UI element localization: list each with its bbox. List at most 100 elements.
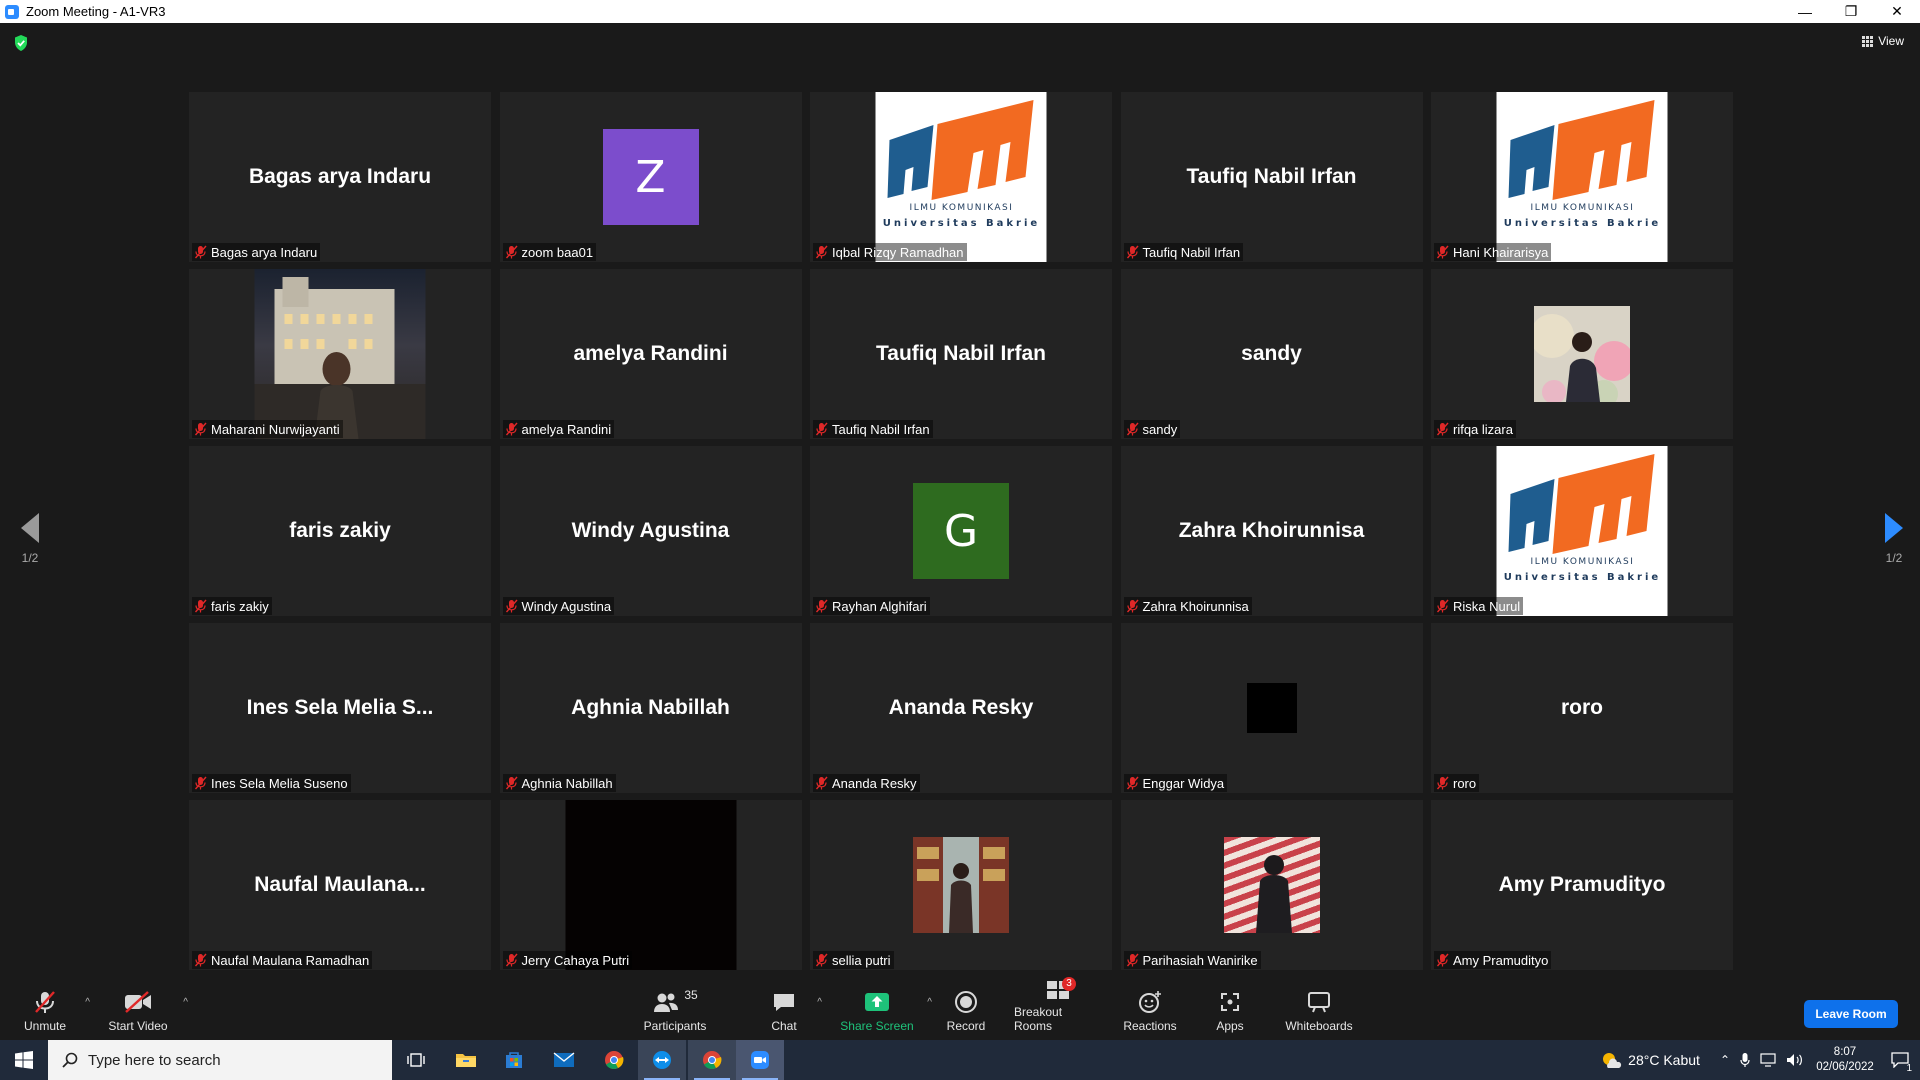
participant-tile[interactable]: Amy Pramudityo Amy Pramudityo [1431, 800, 1733, 970]
task-view-button[interactable] [392, 1040, 440, 1080]
breakout-rooms-button[interactable]: 3 Breakout Rooms [1014, 977, 1102, 1040]
participant-name: Aghnia Nabillah [521, 775, 613, 791]
muted-mic-icon [194, 245, 211, 259]
chat-bubble-icon [774, 994, 794, 1011]
whiteboards-button[interactable]: Whiteboards [1280, 980, 1358, 1040]
zoom-taskbar-button[interactable] [736, 1040, 784, 1080]
participant-display-name: Windy Agustina [571, 519, 730, 542]
windows-taskbar: Type here to search 28°C Kabut ⌃ 8:07 02… [0, 1040, 1920, 1080]
weather-text[interactable]: 28°C Kabut [1628, 1052, 1700, 1068]
previous-page-button[interactable]: 1/2 [10, 513, 50, 565]
microphone-tray-icon[interactable] [1740, 1052, 1750, 1068]
taskbar-search-box[interactable]: Type here to search [48, 1040, 392, 1080]
participant-tile[interactable]: Taufiq Nabil Irfan Taufiq Nabil Irfan [1120, 92, 1423, 262]
unmute-button[interactable]: Unmute ^ [18, 980, 90, 1040]
mail-icon [553, 1052, 575, 1067]
record-button[interactable]: Record [946, 980, 986, 1040]
participant-avatar: Z [602, 129, 699, 225]
muted-mic-icon [194, 422, 211, 436]
participant-tile[interactable]: Bagas arya Indaru Bagas arya Indaru [189, 92, 491, 262]
share-options-caret[interactable]: ^ [927, 997, 932, 1008]
leave-room-button[interactable]: Leave Room [1804, 1000, 1898, 1028]
teamviewer-button[interactable] [638, 1040, 686, 1080]
view-button[interactable]: View [1862, 34, 1904, 48]
muted-mic-icon [1436, 599, 1453, 613]
participant-tile[interactable]: Taufiq Nabil Irfan Taufiq Nabil Irfan [810, 269, 1112, 439]
participants-button[interactable]: 35 Participants [640, 980, 710, 1040]
participant-tile[interactable]: ILMU KOMUNIKASI Universitas Bakrie Iqbal R… [810, 92, 1112, 262]
participant-name-label: Ines Sela Melia Suseno [192, 774, 351, 792]
participant-name: Naufal Maulana Ramadhan [211, 952, 370, 968]
taskbar-clock[interactable]: 8:07 02/06/2022 [1810, 1045, 1880, 1075]
video-options-caret[interactable]: ^ [183, 997, 188, 1008]
participant-tile[interactable]: roro roro [1431, 623, 1733, 793]
security-shield-icon[interactable] [13, 34, 29, 52]
file-explorer-button[interactable] [442, 1040, 490, 1080]
participant-tile[interactable]: Ines Sela Melia S... Ines Sela Melia Suse… [189, 623, 491, 793]
participant-video-balloons [1530, 306, 1634, 408]
participant-tile[interactable]: ILMU KOMUNIKASI Universitas Bakrie Riska N… [1431, 446, 1733, 616]
participant-tile[interactable]: Maharani Nurwijayanti [189, 269, 491, 439]
participant-name: sellia putri [832, 952, 891, 968]
notification-count: 1 [1906, 1063, 1912, 1074]
participant-tile[interactable]: Jerry Cahaya Putri [499, 800, 802, 970]
participant-tile[interactable]: sellia putri [810, 800, 1112, 970]
participant-tile[interactable]: Zahra Khoirunnisa Zahra Khoirunnisa [1120, 446, 1423, 616]
participant-name-label: Enggar Widya [1123, 774, 1228, 792]
participant-name-label: Ananda Resky [813, 774, 920, 792]
chat-options-caret[interactable]: ^ [817, 997, 822, 1008]
participant-tile[interactable]: faris zakiy faris zakiy [189, 446, 491, 616]
reactions-button[interactable]: Reactions [1122, 980, 1178, 1040]
participant-tile[interactable]: Aghnia Nabillah Aghnia Nabillah [499, 623, 802, 793]
participant-tile[interactable]: Enggar Widya [1120, 623, 1423, 793]
participant-tile[interactable]: Parihasiah Wanirike [1120, 800, 1423, 970]
muted-mic-icon [505, 245, 522, 259]
start-button[interactable] [0, 1040, 48, 1080]
participant-name-label: Parihasiah Wanirike [1123, 951, 1261, 969]
next-page-button[interactable]: 1/2 [1874, 513, 1914, 565]
participant-name-label: roro [1434, 774, 1480, 792]
clock-time: 8:07 [1833, 1046, 1857, 1058]
apps-button[interactable]: Apps [1210, 980, 1250, 1040]
chrome-button[interactable] [590, 1040, 638, 1080]
mail-button[interactable] [540, 1040, 588, 1080]
ilmu-komunikasi-logo: ILMU KOMUNIKASI Universitas Bakrie [875, 92, 1047, 262]
share-screen-icon [865, 993, 889, 1011]
participant-display-name: amelya Randini [573, 342, 728, 365]
view-label: View [1878, 34, 1904, 48]
participant-name-label: Iqbal Rizqy Ramadhan [813, 243, 967, 261]
participant-name-label: Jerry Cahaya Putri [502, 951, 633, 969]
share-screen-button[interactable]: Share Screen ^ [840, 980, 932, 1040]
volume-icon[interactable] [1786, 1053, 1804, 1067]
notification-center-button[interactable]: 1 [1880, 1040, 1920, 1080]
restore-button[interactable]: ❐ [1828, 0, 1874, 23]
participant-name-label: amelya Randini [502, 420, 615, 438]
teamviewer-icon [653, 1051, 671, 1069]
close-button[interactable]: ✕ [1874, 0, 1920, 23]
minimize-button[interactable]: — [1782, 0, 1828, 23]
chat-button[interactable]: Chat ^ [764, 980, 822, 1040]
participant-tile[interactable]: Zzoom baa01 [499, 92, 802, 262]
participant-tile[interactable]: Windy Agustina Windy Agustina [499, 446, 802, 616]
tray-overflow-chevron-icon[interactable]: ⌃ [1720, 1053, 1730, 1067]
participant-tile[interactable]: ILMU KOMUNIKASI Universitas Bakrie Hani Kh… [1431, 92, 1733, 262]
network-icon[interactable] [1760, 1053, 1778, 1067]
participant-tile[interactable]: amelya Randini amelya Randini [499, 269, 802, 439]
muted-mic-icon [505, 599, 522, 613]
participant-name-label: sandy [1123, 420, 1181, 438]
search-icon [62, 1052, 78, 1068]
start-video-button[interactable]: Start Video ^ [106, 980, 188, 1040]
participant-name-label: Zahra Khoirunnisa [1123, 597, 1252, 615]
grid-view-icon [1862, 35, 1874, 47]
search-placeholder: Type here to search [88, 1051, 221, 1069]
window-controls: — ❐ ✕ [1782, 0, 1920, 23]
microsoft-store-button[interactable] [490, 1040, 538, 1080]
participant-tile[interactable]: G Rayhan Alghifari [810, 446, 1112, 616]
participant-tile[interactable]: rifqa lizara [1431, 269, 1733, 439]
chrome-profile-button[interactable] [688, 1040, 736, 1080]
participant-tile[interactable]: Ananda Resky Ananda Resky [810, 623, 1112, 793]
audio-options-caret[interactable]: ^ [85, 997, 90, 1008]
participant-tile[interactable]: sandy sandy [1120, 269, 1423, 439]
participant-tile[interactable]: Naufal Maulana... Naufal Maulana Ramadhan [189, 800, 491, 970]
whiteboard-icon [1308, 992, 1330, 1013]
